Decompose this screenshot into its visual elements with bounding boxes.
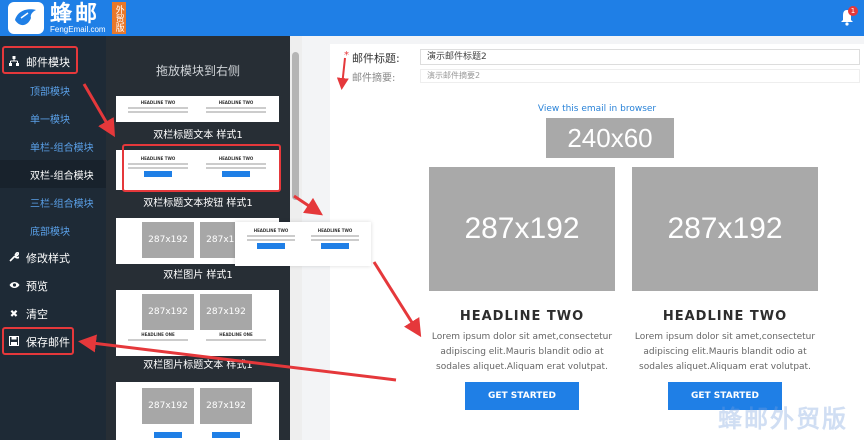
nav-one-column-module[interactable]: 单栏-组合模块: [0, 132, 106, 160]
email-editor: * 邮件标题: 演示邮件标题2 邮件摘要: 演示邮件摘要2 View this …: [304, 36, 864, 440]
title-input[interactable]: 演示邮件标题2: [420, 49, 860, 65]
nav-label: 单栏-组合模块: [30, 142, 94, 154]
wrench-icon: [8, 251, 21, 265]
nav-preview[interactable]: 预览: [0, 272, 106, 300]
module-thumbnail[interactable]: HEADLINE TWO HEADLINE TWO: [116, 96, 279, 122]
bird-logo-icon: [8, 2, 44, 34]
thumb-button: [257, 243, 285, 249]
email-canvas: View this email in browser 240x60 287x19…: [330, 102, 864, 440]
thumb-image-placeholder: 287x192: [142, 222, 194, 258]
nav-label: 单一模块: [30, 114, 70, 126]
nav-label: 顶部模块: [30, 86, 70, 98]
column-image-placeholder: 287x192: [429, 167, 615, 291]
nav-label: 三栏-组合模块: [30, 198, 94, 210]
column-body: Lorem ipsum dolor sit amet,consectetur a…: [634, 332, 816, 372]
module-thumbnail[interactable]: 287x192 287x192 HEADLINE ONE HEADLINE ON…: [116, 290, 279, 356]
scrollbar-thumb[interactable]: [292, 52, 299, 200]
module-label: 双栏图片 样式1: [163, 270, 233, 281]
title-label: 邮件标题:: [352, 52, 400, 65]
panel-title: 拖放模块到右侧: [155, 64, 240, 78]
thumb-headline: HEADLINE TWO: [218, 100, 254, 105]
column-headline: HEADLINE TWO: [662, 309, 788, 324]
brand-name: 蜂邮: [50, 0, 101, 27]
nav-label: 预览: [26, 280, 48, 293]
column-headline: HEADLINE TWO: [459, 309, 585, 324]
column-image-placeholder: 287x192: [632, 167, 818, 291]
nav-two-column-module[interactable]: 双栏-组合模块: [0, 160, 106, 188]
email-meta-form: * 邮件标题: 演示邮件标题2 邮件摘要: 演示邮件摘要2: [330, 44, 864, 104]
module-thumbnail[interactable]: 287x192 287x192: [116, 382, 279, 440]
nav-footer-module[interactable]: 底部模块: [0, 216, 106, 244]
nav-label: 清空: [26, 308, 48, 321]
thumb-button: [154, 432, 182, 438]
left-nav: 邮件模块 顶部模块 单一模块 单栏-组合模块 双栏-组合模块 三栏-组合模块 底…: [0, 36, 106, 440]
thumb-headline: HEADLINE TWO: [140, 100, 176, 105]
module-label: 双栏标题文本按钮 样式1: [143, 198, 253, 209]
thumb-button: [212, 432, 240, 438]
nav-clear[interactable]: ✖ 清空: [0, 300, 106, 328]
nav-label: 双栏-组合模块: [30, 170, 94, 182]
thumb-image-placeholder: 287x192: [200, 388, 252, 424]
brand-text: 蜂邮 FengEmail.com: [50, 3, 106, 34]
column-body: Lorem ipsum dolor sit amet,consectetur a…: [431, 332, 613, 372]
brand-logo[interactable]: 蜂邮 FengEmail.com 外贸版: [8, 0, 126, 36]
brand-badge: 外贸版: [111, 2, 126, 34]
nav-top-module[interactable]: 顶部模块: [0, 76, 106, 104]
required-mark: *: [344, 50, 349, 61]
thumb-button: [321, 243, 349, 249]
view-in-browser-link[interactable]: View this email in browser: [330, 104, 864, 114]
module-label: 双栏标题文本 样式1: [153, 130, 243, 141]
thumb-image-placeholder: 287x192: [200, 294, 252, 330]
nav-edit-style[interactable]: 修改样式: [0, 244, 106, 272]
nav-single-module[interactable]: 单一模块: [0, 104, 106, 132]
thumb-image-placeholder: 287x192: [142, 294, 194, 330]
nav-three-column-module[interactable]: 三栏-组合模块: [0, 188, 106, 216]
highlight-box: [2, 46, 78, 74]
brand-site: FengEmail.com: [50, 24, 106, 34]
x-icon: ✖: [9, 308, 19, 320]
thumb-headline: HEADLINE TWO: [317, 228, 353, 233]
summary-label: 邮件摘要:: [352, 73, 396, 84]
thumb-headline: HEADLINE ONE: [141, 332, 175, 337]
get-started-button[interactable]: GET STARTED: [465, 382, 579, 410]
nav-label: 底部模块: [30, 226, 70, 238]
drag-preview[interactable]: HEADLINE TWO HEADLINE TWO: [235, 222, 371, 266]
thumb-headline: HEADLINE ONE: [219, 332, 253, 337]
summary-input[interactable]: 演示邮件摘要2: [420, 69, 860, 83]
highlight-box: [122, 144, 281, 192]
thumb-headline: HEADLINE TWO: [253, 228, 289, 233]
eye-icon: [8, 281, 20, 292]
highlight-box: [2, 327, 74, 355]
watermark: 蜂邮外贸版: [718, 405, 848, 433]
notification-badge: 1: [848, 6, 858, 16]
thumb-image-placeholder: 287x192: [142, 388, 194, 424]
top-header: 蜂邮 FengEmail.com 外贸版 1: [0, 0, 864, 36]
logo-placeholder: 240x60: [546, 118, 674, 158]
nav-label: 修改样式: [26, 252, 70, 265]
module-label: 双栏图片标题文本 样式1: [143, 360, 253, 371]
